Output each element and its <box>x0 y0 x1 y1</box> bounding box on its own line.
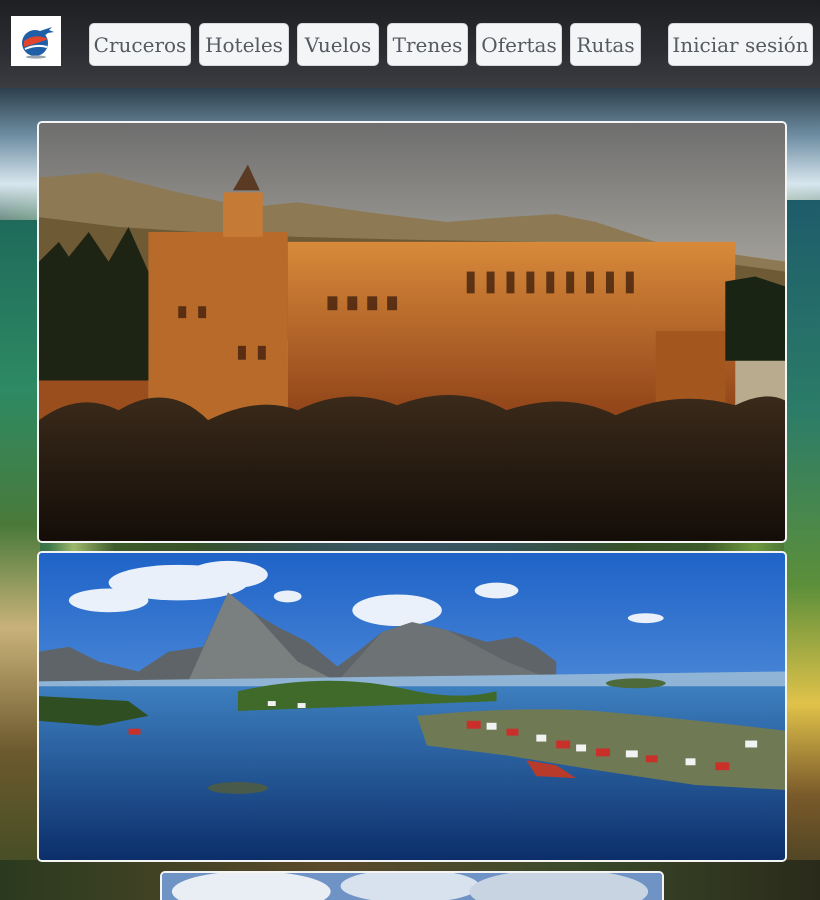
gallery-image-sky[interactable] <box>160 871 664 900</box>
gallery-image-alhambra[interactable] <box>37 121 787 543</box>
home-logo[interactable] <box>11 16 61 66</box>
globe-plane-icon <box>22 27 54 59</box>
alhambra-palace-photo <box>39 123 785 541</box>
background-cliff-right <box>784 200 820 900</box>
lofoten-fjord-village-photo <box>39 553 785 860</box>
nav-item-hoteles[interactable]: Hoteles <box>199 23 289 66</box>
nav-item-trenes[interactable]: Trenes <box>387 23 468 66</box>
background-cliff-left <box>0 220 40 900</box>
nav-item-rutas[interactable]: Rutas <box>570 23 641 66</box>
login-button[interactable]: Iniciar sesión <box>668 23 813 66</box>
gallery-image-lofoten[interactable] <box>37 551 787 862</box>
nav-item-cruceros[interactable]: Cruceros <box>89 23 191 66</box>
nav-item-vuelos[interactable]: Vuelos <box>297 23 379 66</box>
sky-clouds-photo <box>162 873 662 900</box>
nav-item-ofertas[interactable]: Ofertas <box>476 23 562 66</box>
top-navbar: Cruceros Hoteles Vuelos Trenes Ofertas R… <box>0 0 820 88</box>
